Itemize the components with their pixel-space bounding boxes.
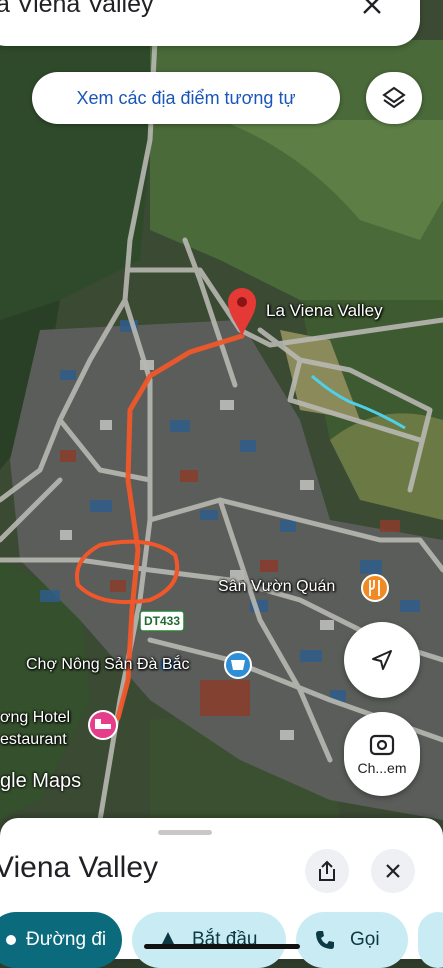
share-button[interactable] [305,849,349,893]
home-indicator[interactable] [144,944,300,949]
search-bar[interactable]: a Viena Valley [0,0,420,46]
similar-places-button[interactable]: Xem các địa điểm tương tự [32,72,340,124]
directions-button[interactable]: Đường đi [0,912,122,968]
close-search-button[interactable] [350,0,394,20]
restaurant-poi-icon[interactable] [361,574,389,602]
similar-places-label: Xem các địa điểm tương tự [76,87,296,108]
map-watermark: gle Maps [0,770,82,792]
market-poi-icon[interactable] [224,651,252,679]
my-location-button[interactable] [344,622,420,698]
close-icon [363,0,381,14]
layers-button[interactable] [366,72,422,124]
satellite-map[interactable] [0,0,443,959]
directions-icon [6,935,16,945]
hotel-poi-icon[interactable] [88,710,118,740]
navigation-arrow-icon [372,650,392,670]
camera-lens-icon [369,734,395,756]
directions-label: Đường đi [26,929,107,950]
restaurant-label[interactable]: Sân Vườn Quán [218,578,335,596]
search-query[interactable]: a Viena Valley [0,0,154,19]
share-icon [319,860,335,881]
start-button[interactable]: Bắt đầu [132,912,286,968]
call-button[interactable]: Gọi [296,912,408,968]
hotel-label-line1[interactable]: ơng Hotel [0,709,70,727]
drag-handle[interactable] [158,830,212,835]
layers-icon [382,86,406,109]
call-label: Gọi [350,929,380,950]
close-sheet-button[interactable] [371,849,415,893]
hotel-label-line2[interactable]: estaurant [0,731,67,749]
more-actions-chip[interactable] [418,912,443,968]
close-icon [386,864,400,878]
market-label[interactable]: Chợ Nông Sản Đà Bắc [26,656,189,674]
place-title: Viena Valley [0,851,159,884]
lens-button[interactable]: Ch...em [344,712,420,796]
lens-label: Ch...em [357,760,407,776]
place-label[interactable]: La Viena Valley [266,301,383,321]
phone-icon [316,931,334,949]
road-shield-label: DT433 [143,614,181,628]
